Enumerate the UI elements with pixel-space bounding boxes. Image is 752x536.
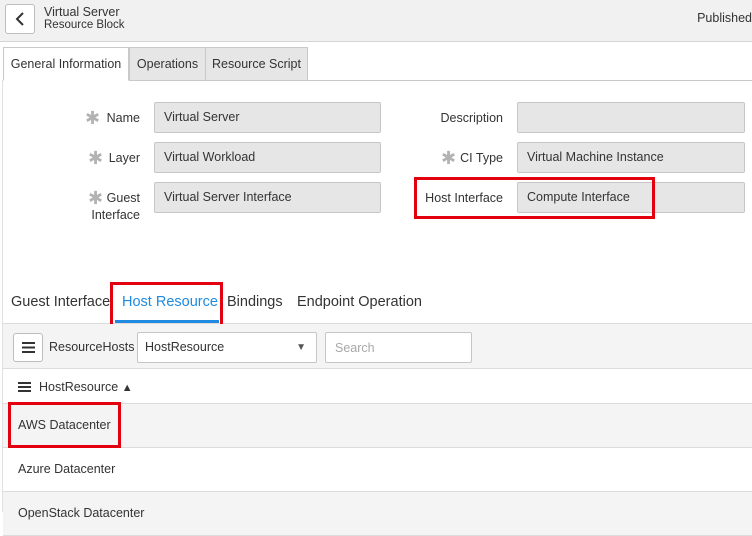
- list-menu-button[interactable]: [13, 333, 43, 362]
- tab-guest-interface[interactable]: Guest Interface: [11, 294, 110, 310]
- required-asterisk-icon: ✱: [441, 148, 457, 168]
- column-header-label: HostResource: [39, 380, 119, 394]
- caret-down-icon: ▼: [296, 342, 306, 353]
- layer-field[interactable]: Virtual Workload: [154, 142, 381, 173]
- table-row[interactable]: Azure Datacenter: [3, 448, 752, 492]
- ci-type-field[interactable]: Virtual Machine Instance: [517, 142, 745, 173]
- row-label[interactable]: OpenStack Datacenter: [18, 506, 144, 520]
- search-input[interactable]: [325, 332, 472, 363]
- table-row[interactable]: OpenStack Datacenter: [3, 492, 752, 536]
- back-button[interactable]: [5, 4, 35, 34]
- tab-resource-script[interactable]: Resource Script: [205, 47, 308, 81]
- layer-label: Layer: [108, 151, 140, 165]
- tab-general-information[interactable]: General Information: [3, 47, 129, 81]
- select-value: HostResource: [145, 340, 225, 354]
- row-label[interactable]: Azure Datacenter: [18, 462, 115, 476]
- sort-ascending-icon: ▲: [121, 382, 133, 394]
- chevron-left-icon: [15, 12, 24, 26]
- guest-interface-field[interactable]: Virtual Server Interface: [154, 182, 381, 213]
- record-title: Virtual Server: [44, 5, 120, 19]
- tab-operations[interactable]: Operations: [129, 47, 206, 81]
- highlight-host-resource-tab: [110, 282, 223, 328]
- tab-divider: [129, 80, 752, 81]
- ci-type-label: CI Type: [460, 151, 503, 165]
- list-filter-select[interactable]: HostResource ▼: [137, 332, 317, 363]
- form-tab-strip: General Information Operations Resource …: [0, 47, 752, 81]
- tab-endpoint-operation[interactable]: Endpoint Operation: [297, 294, 422, 310]
- required-asterisk-icon: ✱: [85, 108, 101, 128]
- status-label: Published: [697, 11, 752, 25]
- name-label: Name: [106, 111, 140, 125]
- list-title: ResourceHosts: [49, 340, 135, 354]
- highlight-host-interface: [414, 177, 655, 219]
- record-subtitle: Resource Block: [44, 19, 125, 31]
- guest-interface-label-line1: Guest: [106, 191, 140, 205]
- column-menu-icon[interactable]: [18, 382, 31, 392]
- description-label: Description: [440, 111, 503, 125]
- header-bar: Virtual Server Resource Block Published: [0, 0, 752, 42]
- column-header-host-resource[interactable]: HostResource ▲: [39, 380, 133, 394]
- guest-interface-label-line2: Interface: [91, 208, 140, 222]
- hamburger-menu-icon: [21, 342, 35, 353]
- highlight-aws-datacenter: [8, 402, 121, 448]
- name-field[interactable]: Virtual Server: [154, 102, 381, 133]
- tab-bindings[interactable]: Bindings: [227, 294, 283, 310]
- description-field[interactable]: [517, 102, 745, 133]
